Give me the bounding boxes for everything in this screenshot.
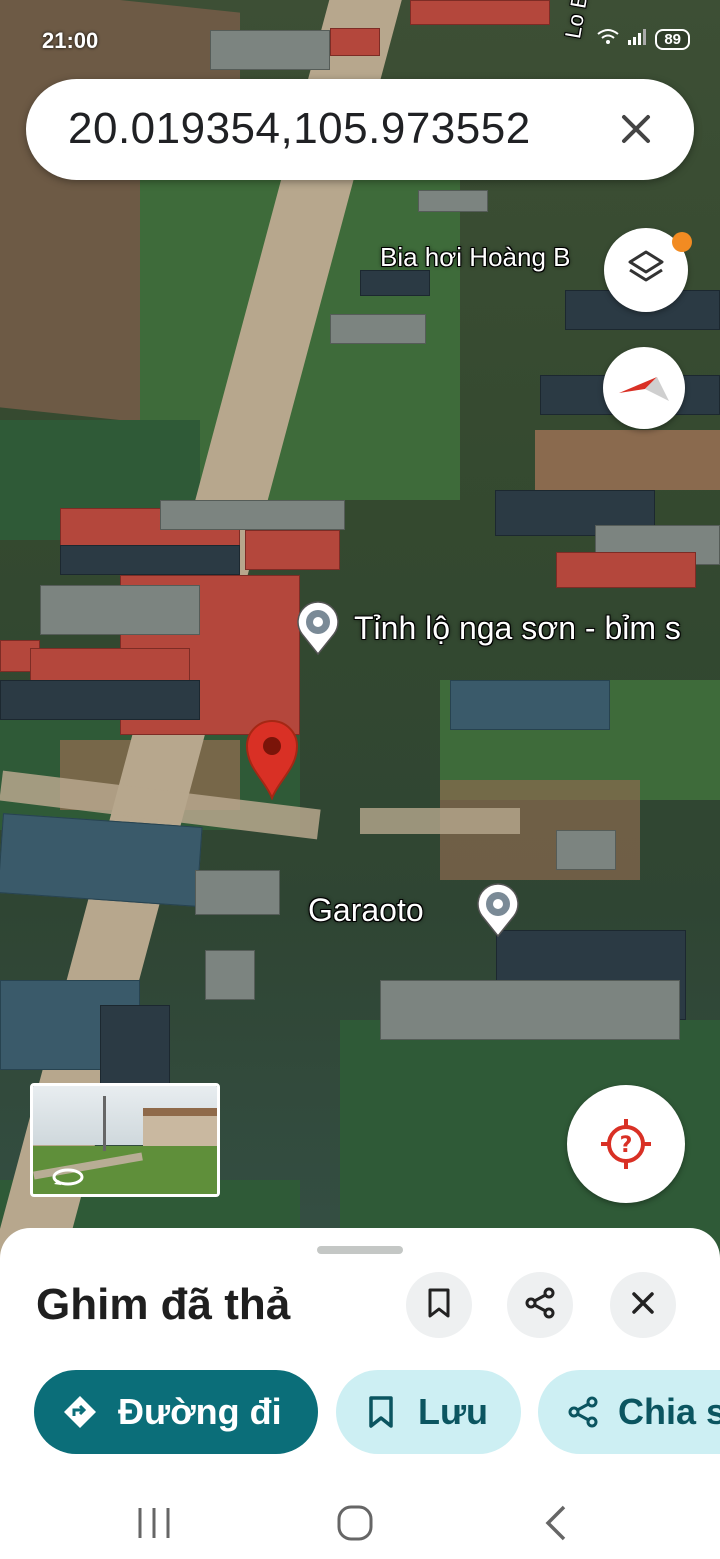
- building: [100, 1005, 170, 1085]
- back-icon[interactable]: [542, 1504, 570, 1547]
- building: [40, 585, 200, 635]
- search-query[interactable]: 20.019354,105.973552: [68, 104, 531, 154]
- share-icon-button[interactable]: [507, 1272, 573, 1338]
- building: [450, 680, 610, 730]
- status-icons: 89: [597, 28, 690, 51]
- street-view-pole: [103, 1096, 106, 1151]
- recents-icon[interactable]: [136, 1506, 172, 1545]
- sheet-title: Ghim đã thả: [36, 1280, 291, 1329]
- poi-label-bia-hoi[interactable]: Bia hơi Hoàng B: [380, 242, 571, 273]
- directions-icon: [62, 1394, 98, 1430]
- building: [245, 530, 340, 570]
- building: [195, 870, 280, 915]
- bookmark-icon: [425, 1287, 453, 1324]
- street-view-thumbnail[interactable]: [30, 1083, 220, 1197]
- home-icon[interactable]: [336, 1504, 374, 1547]
- close-sheet-button[interactable]: [610, 1272, 676, 1338]
- building: [160, 500, 345, 530]
- share-icon: [566, 1395, 600, 1429]
- poi-label-garaoto[interactable]: Garaoto: [308, 892, 424, 929]
- building: [556, 552, 696, 588]
- poi-label-tinh-lo[interactable]: Tỉnh lộ nga sơn - bỉm s: [354, 610, 681, 647]
- save-icon-button[interactable]: [406, 1272, 472, 1338]
- building: [205, 950, 255, 1000]
- wifi-icon: [597, 28, 619, 51]
- save-button[interactable]: Lưu: [336, 1370, 521, 1454]
- dropped-pin-icon[interactable]: [243, 718, 301, 805]
- building: [380, 980, 680, 1040]
- signal-icon: [627, 28, 647, 51]
- close-icon[interactable]: [612, 105, 660, 153]
- layers-icon: [626, 248, 666, 293]
- close-icon: [629, 1289, 657, 1322]
- compass-button[interactable]: [603, 347, 685, 429]
- building: [360, 270, 430, 296]
- my-location-button[interactable]: ?: [567, 1085, 685, 1203]
- battery-indicator: 89: [655, 29, 690, 50]
- building: [0, 680, 200, 720]
- status-bar: 21:00 89: [0, 20, 720, 60]
- compass-icon: [617, 371, 671, 410]
- svg-text:?: ?: [620, 1133, 633, 1158]
- share-button[interactable]: Chia s: [538, 1370, 720, 1454]
- building: [556, 830, 616, 870]
- status-time: 21:00: [42, 28, 99, 53]
- side-road: [360, 808, 520, 834]
- directions-button[interactable]: Đường đi: [34, 1370, 318, 1454]
- save-label: Lưu: [418, 1391, 489, 1432]
- building: [330, 314, 426, 344]
- poi-pin-icon[interactable]: [472, 880, 524, 943]
- building: [0, 813, 203, 907]
- share-label: Chia s: [618, 1391, 720, 1432]
- bookmark-icon: [366, 1394, 396, 1430]
- system-navigation-bar: [0, 1478, 720, 1559]
- my-location-icon: ?: [599, 1117, 653, 1176]
- poi-pin-icon[interactable]: [292, 598, 344, 661]
- building: [535, 430, 720, 490]
- sheet-drag-handle[interactable]: [317, 1246, 403, 1254]
- rotate-360-icon: [51, 1166, 85, 1193]
- search-bar[interactable]: 20.019354,105.973552: [26, 79, 694, 180]
- place-bottom-sheet[interactable]: Ghim đã thả Đường đi Lưu Chia s: [0, 1228, 720, 1559]
- directions-label: Đường đi: [118, 1391, 282, 1432]
- share-icon: [523, 1286, 557, 1325]
- building: [418, 190, 488, 212]
- building: [60, 545, 240, 575]
- layers-badge: [672, 232, 692, 252]
